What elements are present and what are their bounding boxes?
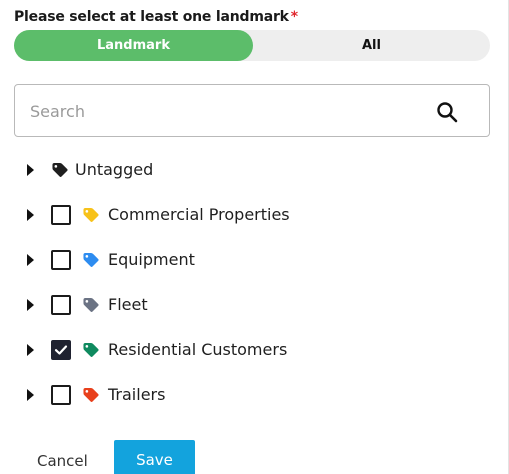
item-checkbox[interactable] (51, 385, 71, 405)
search-input[interactable] (30, 99, 410, 123)
item-checkbox[interactable] (51, 205, 71, 225)
item-checkbox[interactable] (51, 295, 71, 315)
toggle-landmark-label: Landmark (97, 38, 170, 53)
landmark-scope-toggle: Landmark All (14, 30, 490, 61)
search-icon[interactable] (435, 100, 459, 124)
expand-caret-icon[interactable] (27, 164, 34, 176)
toggle-all-label: All (362, 38, 381, 53)
tree-item-residential-customers[interactable]: Residential Customers (0, 330, 509, 370)
save-button[interactable]: Save (114, 440, 195, 474)
check-icon (54, 345, 68, 355)
tag-icon (83, 387, 99, 402)
required-prompt: Please select at least one landmark * (14, 9, 298, 25)
tree-item-label: Fleet (108, 295, 148, 314)
prompt-text: Please select at least one landmark (14, 9, 289, 25)
tree-item-label: Trailers (108, 385, 166, 404)
item-checkbox[interactable] (51, 250, 71, 270)
tree-item-untagged[interactable]: Untagged (0, 150, 509, 190)
tree-item-fleet[interactable]: Fleet (0, 285, 509, 325)
expand-caret-icon[interactable] (27, 344, 34, 356)
tree-item-label: Equipment (108, 250, 195, 269)
tree-item-label: Commercial Properties (108, 205, 290, 224)
landmark-selector-panel: Please select at least one landmark * Lan… (0, 0, 509, 474)
tag-icon (83, 207, 99, 222)
tag-icon (83, 252, 99, 267)
tree-item-trailers[interactable]: Trailers (0, 375, 509, 415)
tag-icon (83, 297, 99, 312)
item-checkbox[interactable] (51, 340, 71, 360)
expand-caret-icon[interactable] (27, 389, 34, 401)
search-box (14, 84, 490, 137)
tree-item-label: Untagged (75, 160, 154, 179)
toggle-option-landmark[interactable]: Landmark (14, 30, 253, 61)
tree-item-commercial-properties[interactable]: Commercial Properties (0, 195, 509, 235)
tag-icon (83, 342, 99, 357)
required-asterisk: * (290, 9, 298, 25)
tree-item-label: Residential Customers (108, 340, 288, 359)
toggle-option-all[interactable]: All (253, 30, 490, 61)
expand-caret-icon[interactable] (27, 299, 34, 311)
tag-icon (52, 162, 68, 177)
expand-caret-icon[interactable] (27, 254, 34, 266)
expand-caret-icon[interactable] (27, 209, 34, 221)
cancel-button[interactable]: Cancel (37, 452, 88, 470)
tree-item-equipment[interactable]: Equipment (0, 240, 509, 280)
